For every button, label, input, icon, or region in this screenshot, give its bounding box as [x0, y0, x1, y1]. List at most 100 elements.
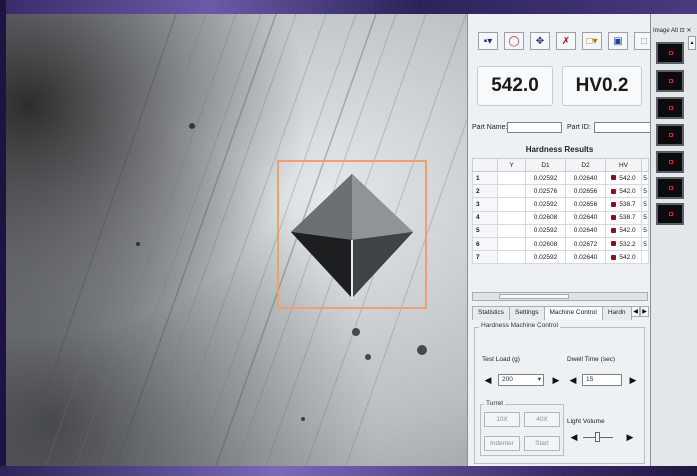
dwell-decrease-icon[interactable]: ◀ [568, 374, 578, 386]
cell-d1: 0.02592 [525, 197, 566, 212]
thumbnail-marker-icon [669, 160, 673, 164]
cell-d1: 0.02592 [525, 223, 566, 238]
tab-scroll-arrows: ◀ ▶ [631, 306, 649, 317]
objective-10x-button[interactable]: 10X [484, 412, 520, 427]
thumbnail-item[interactable] [656, 70, 684, 92]
col-header-hv: HV [605, 158, 642, 172]
crosshair-move-icon[interactable]: ✥ [530, 32, 550, 50]
tab-settings[interactable]: Settings [509, 306, 545, 320]
scrollbar-thumb[interactable] [499, 294, 569, 299]
part-name-label: Part Name: [472, 124, 508, 131]
turret-label: Turret [484, 400, 506, 407]
hv-value: 538.7 [619, 200, 636, 208]
test-load-label: Test Load (g) [482, 356, 520, 363]
test-load-select[interactable]: 200 ▾ [498, 374, 544, 386]
hardness-value: 542.0 [491, 75, 539, 96]
start-button[interactable]: Start [524, 436, 560, 451]
target-icon[interactable]: ◯ [504, 32, 524, 50]
cell-hv: 542.0 [605, 223, 642, 238]
cell-d2: 0.02640 [565, 210, 606, 225]
part-name-field[interactable] [507, 122, 562, 133]
camera-icon[interactable]: ▪▾ [478, 32, 498, 50]
col-header-d2: D2 [565, 158, 606, 172]
row-number: 2 [472, 184, 498, 199]
load-decrease-icon[interactable]: ◀ [483, 374, 493, 386]
cell-hv: 532.2 [605, 236, 642, 252]
save-icon[interactable]: ▣ [608, 32, 628, 50]
table-row[interactable]: 4 0.02608 0.02640 538.7 5 [472, 210, 649, 225]
col-header-extra [641, 158, 649, 172]
tab-left-arrow-icon[interactable]: ◀ [631, 306, 640, 317]
hardness-results-table[interactable]: Y D1 D2 HV 1 0.02592 0.02640 542.0 5 2 0.02576… [472, 158, 649, 277]
microscope-image[interactable] [6, 14, 467, 466]
measurement-marker-icon [611, 175, 617, 181]
table-row[interactable]: 6 0.02608 0.02672 532.2 5 [472, 236, 649, 252]
cell-extra: 5 [641, 223, 649, 238]
part-id-field[interactable] [594, 122, 651, 133]
delete-icon[interactable]: ✗ [556, 32, 576, 50]
hv-value: 542.0 [619, 187, 636, 195]
slider-knob[interactable] [595, 432, 600, 442]
scroll-up-icon[interactable]: ▲ [688, 36, 696, 50]
table-row[interactable]: 2 0.02576 0.02656 542.0 5 [472, 184, 649, 199]
thumbnail-marker-icon [669, 106, 673, 110]
tab-right-arrow-icon[interactable]: ▶ [640, 306, 649, 317]
table-row[interactable]: 1 0.02592 0.02640 542.0 5 [472, 170, 649, 186]
dwell-increase-icon[interactable]: ▶ [628, 374, 638, 386]
thumbnail-marker-icon [669, 133, 673, 137]
cell-y [497, 236, 526, 252]
cell-y [497, 223, 526, 238]
open-folder-icon[interactable]: □▾ [582, 32, 602, 50]
load-increase-icon[interactable]: ▶ [551, 374, 561, 386]
machine-control-title: Hardness Machine Control [479, 322, 560, 329]
measurement-marker-icon [611, 228, 617, 234]
cell-y [497, 170, 526, 186]
light-decrease-icon[interactable]: ◀ [569, 431, 579, 443]
test-load-value: 200 [502, 376, 513, 383]
cell-d1: 0.02592 [525, 250, 566, 265]
row-number: 6 [472, 236, 498, 252]
dwell-time-field[interactable]: 15 [582, 374, 622, 386]
cell-d2: 0.02656 [565, 184, 606, 199]
table-row[interactable]: 5 0.02592 0.02640 542.0 5 [472, 223, 649, 238]
thumbnail-marker-icon [669, 51, 673, 55]
cell-d2: 0.02640 [565, 250, 606, 265]
light-volume-slider[interactable] [583, 432, 613, 442]
measurement-roi-box[interactable] [277, 160, 427, 309]
photo-frame-top [0, 0, 697, 14]
table-horizontal-scrollbar[interactable] [472, 292, 648, 301]
empty-cell [473, 264, 498, 277]
hardness-software-panel: ▪▾ ◯ ✥ ✗ □▾ ▣ □ 542.0 HV0.2 Part Name: P… [467, 14, 654, 466]
thumbnail-item[interactable] [656, 203, 684, 225]
tab-statistics[interactable]: Statistics [472, 306, 511, 320]
hv-value: 542.0 [619, 253, 636, 261]
thumbnail-item[interactable] [656, 42, 684, 64]
thumbnail-item[interactable] [656, 124, 684, 146]
cell-y [497, 250, 526, 265]
table-row[interactable]: 3 0.02592 0.02656 538.7 5 [472, 197, 649, 212]
empty-cell [566, 264, 606, 277]
thumbnail-item[interactable] [656, 177, 684, 199]
empty-cell [498, 264, 526, 277]
hv-value: 532.2 [619, 240, 636, 248]
cell-d2: 0.02672 [565, 236, 606, 252]
cell-d1: 0.02576 [525, 184, 566, 199]
hardness-scale: HV0.2 [575, 75, 629, 96]
tab-hardness[interactable]: Hardn [601, 306, 632, 320]
chevron-down-icon: ▾ [537, 376, 541, 383]
cell-extra: 5 [641, 184, 649, 199]
thumbnails-title: Image Alt ⊡ ✕ [653, 28, 692, 34]
light-volume-label: Light Volume [567, 418, 605, 425]
objective-40x-button[interactable]: 40X [524, 412, 560, 427]
row-number: 7 [472, 250, 498, 265]
hv-value: 538.7 [619, 214, 636, 222]
thumbnail-item[interactable] [656, 97, 684, 119]
dwell-time-label: Dwell Time (sec) [567, 356, 616, 363]
cell-y [497, 184, 526, 199]
table-row[interactable]: 7 0.02592 0.02640 542.0 [472, 250, 649, 265]
thumbnail-item[interactable] [656, 151, 684, 173]
indenter-button[interactable]: Indenter [484, 436, 520, 451]
light-increase-icon[interactable]: ▶ [625, 431, 635, 443]
tab-machine-control[interactable]: Machine Control [543, 306, 603, 320]
dwell-time-value: 15 [586, 376, 594, 383]
